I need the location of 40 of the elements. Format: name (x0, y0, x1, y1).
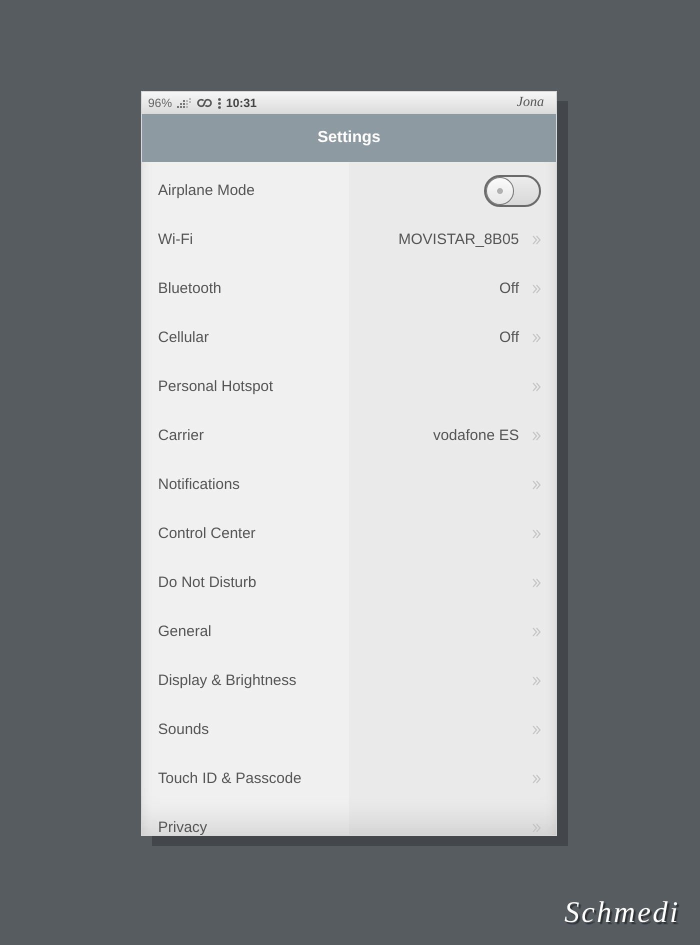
setting-value: Off (499, 329, 519, 346)
double-chevron-icon (532, 774, 541, 784)
setting-label[interactable]: Touch ID & Passcode (158, 770, 302, 787)
setting-label[interactable]: Privacy (158, 819, 208, 835)
screen-title: Settings (317, 129, 381, 147)
signal-dots-icon (177, 98, 192, 108)
double-chevron-icon (532, 480, 541, 490)
setting-label[interactable]: Carrier (158, 427, 204, 444)
double-chevron-icon (532, 822, 541, 832)
double-chevron-icon (532, 724, 541, 734)
double-chevron-icon (532, 382, 541, 392)
double-chevron-icon (532, 626, 541, 636)
setting-value: vodafone ES (433, 427, 519, 444)
setting-label[interactable]: Do Not Disturb (158, 574, 256, 591)
setting-label[interactable]: Airplane Mode (158, 182, 255, 199)
loop-icon (196, 98, 214, 108)
setting-label[interactable]: Cellular (158, 329, 209, 346)
setting-label[interactable]: Control Center (158, 525, 256, 542)
setting-label[interactable]: Bluetooth (158, 280, 222, 297)
user-name: Jona (516, 95, 544, 111)
setting-label[interactable]: Sounds (158, 721, 209, 738)
double-chevron-icon (532, 234, 541, 244)
double-chevron-icon (532, 676, 541, 686)
setting-label[interactable]: Personal Hotspot (158, 378, 274, 395)
status-time: 10:31 (226, 96, 257, 110)
battery-level: 96% (148, 96, 172, 110)
signature: Schmedi (564, 896, 680, 930)
setting-value: MOVISTAR_8B05 (398, 231, 519, 248)
setting-value: Off (499, 280, 519, 297)
setting-label[interactable]: Wi-Fi (158, 231, 193, 248)
double-chevron-icon (532, 528, 541, 538)
setting-label[interactable]: Display & Brightness (158, 672, 296, 689)
vertical-dots-icon (218, 98, 222, 108)
double-chevron-icon (532, 578, 541, 588)
toggle-switch[interactable] (484, 174, 541, 206)
setting-label[interactable]: General (158, 623, 212, 640)
double-chevron-icon (532, 284, 541, 294)
double-chevron-icon (532, 430, 541, 440)
setting-label[interactable]: Notifications (158, 476, 240, 493)
double-chevron-icon (532, 332, 541, 342)
